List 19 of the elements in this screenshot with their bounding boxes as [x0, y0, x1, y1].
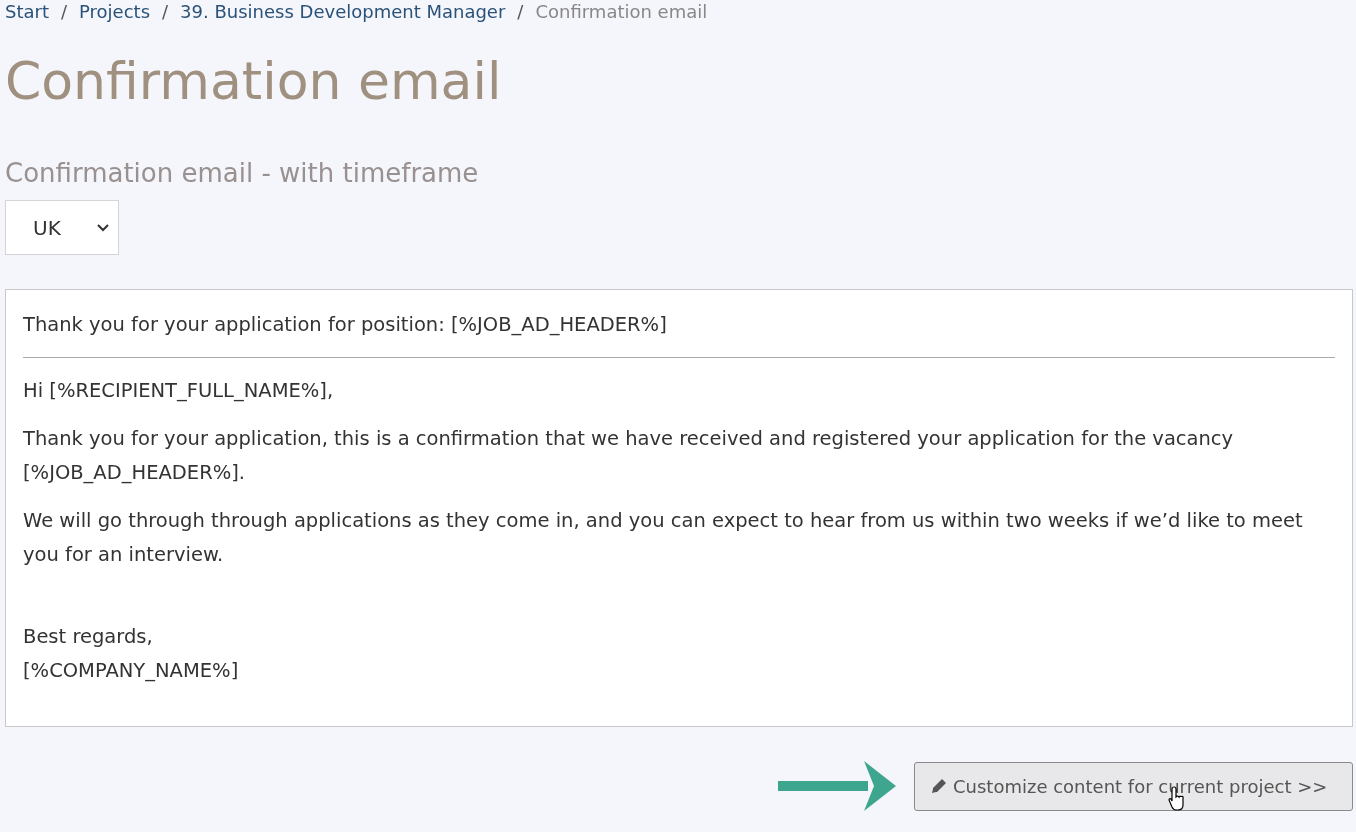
chevron-down-icon — [96, 223, 110, 232]
customize-button[interactable]: Customize content for current project >> — [914, 761, 1353, 811]
breadcrumb-current: Confirmation email — [535, 0, 708, 22]
breadcrumb-separator: / — [162, 0, 169, 22]
breadcrumb-link[interactable]: 39. Business Development Manager — [180, 0, 506, 22]
breadcrumb-separator: / — [517, 0, 524, 22]
email-paragraph: Thank you for your application, this is a confirmation that we have received and registered your application for the vacancy [%JOB_AD_HEADER%]. — [23, 426, 1235, 486]
email-paragraph: Hi [%RECIPIENT_FULL_NAME%], — [23, 378, 335, 404]
language-select[interactable]: UK — [5, 200, 119, 255]
email-signature: Best regards, [%COMPANY_NAME%] — [23, 624, 240, 684]
page-title: Confirmation email — [5, 50, 503, 113]
pencil-icon — [931, 778, 947, 794]
email-paragraph: We will go through through applications as they come in, and you can expect to hear from us within two weeks if we’d like to meet you for an interview. — [23, 508, 1304, 568]
breadcrumb-separator: / — [61, 0, 68, 22]
email-subject: Thank you for your application for position: [%JOB_AD_HEADER%] — [23, 312, 668, 338]
breadcrumb-link[interactable]: Start — [5, 0, 49, 22]
template-name: Confirmation email - with timeframe — [5, 157, 480, 190]
breadcrumb-link[interactable]: Projects — [79, 0, 151, 22]
arrow-icon — [778, 761, 896, 811]
